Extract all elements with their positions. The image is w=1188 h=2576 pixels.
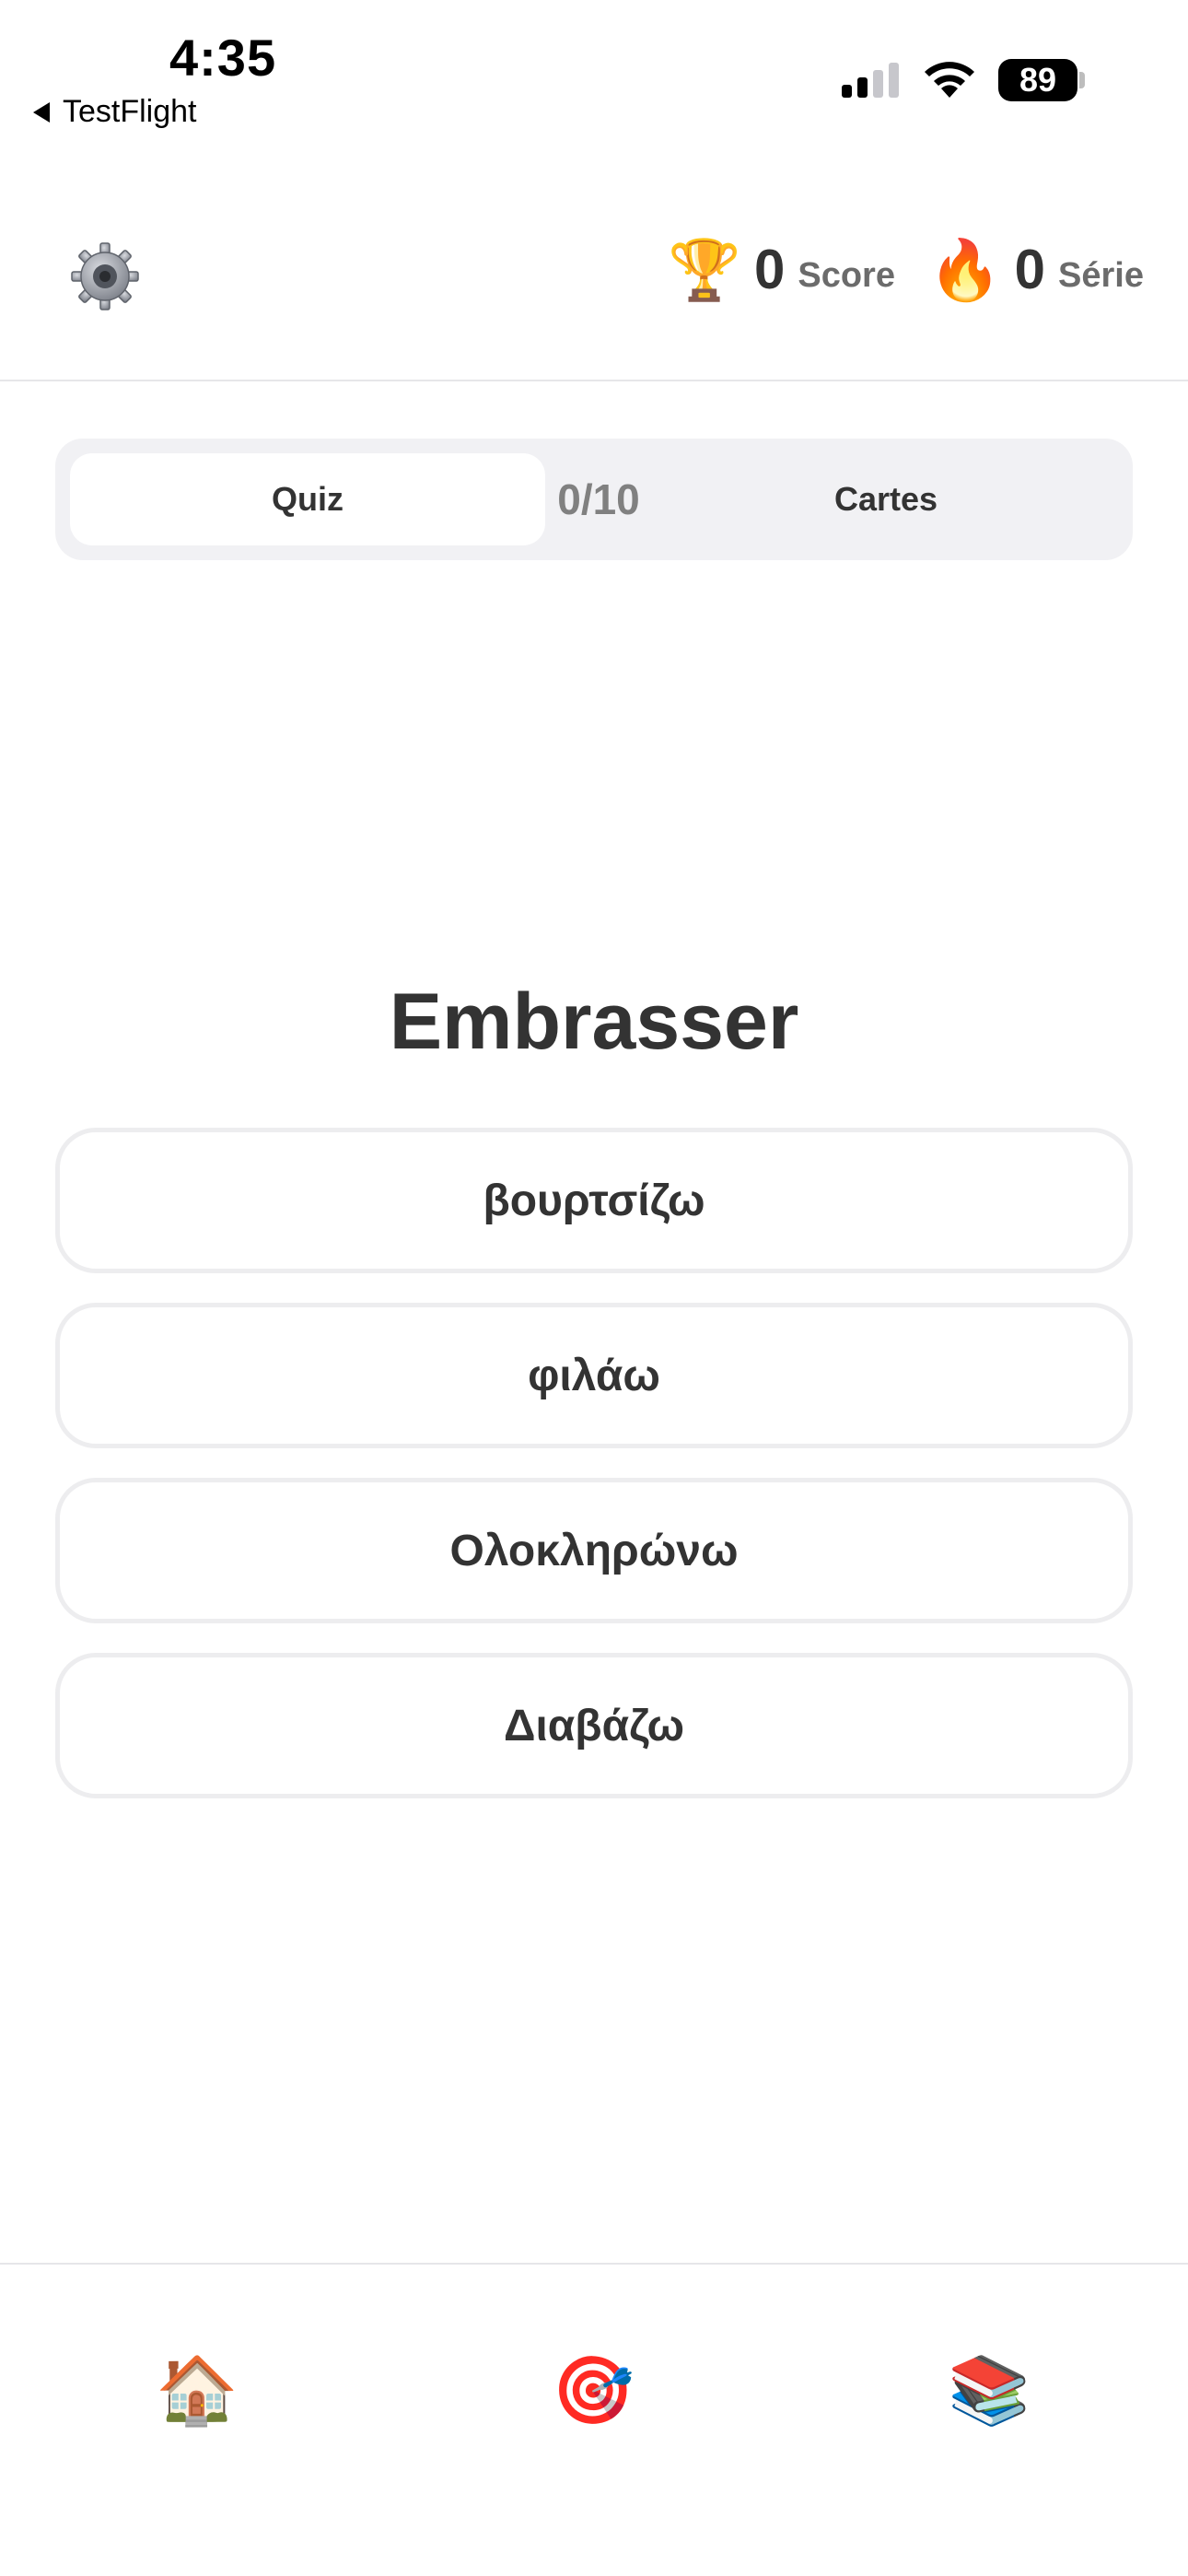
streak-label: Série: [1058, 256, 1144, 295]
question-word: Embrasser: [389, 978, 799, 1066]
books-icon[interactable]: 📚: [934, 2344, 1044, 2436]
answer-list: βουρτσίζω φιλάω Ολοκληρώνω Διαβάζω: [55, 1128, 1133, 1798]
score-stat: 🏆 0 Score: [668, 238, 895, 301]
back-arrow-icon: [33, 101, 50, 123]
target-icon[interactable]: 🎯: [538, 2344, 648, 2436]
answer-option-3[interactable]: Ολοκληρώνω: [55, 1478, 1133, 1623]
cellular-signal-icon: [842, 61, 899, 98]
quiz-progress: 0/10: [557, 475, 640, 523]
answer-option-2[interactable]: φιλάω: [55, 1303, 1133, 1448]
app-header: 🏆 0 Score 🔥 0 Série: [0, 221, 1188, 381]
back-link-label: TestFlight: [63, 94, 197, 129]
streak-stat: 🔥 0 Série: [928, 238, 1144, 301]
back-to-testflight-link[interactable]: TestFlight: [33, 94, 197, 130]
bottom-tab-bar: 🏠 🎯 📚: [0, 2263, 1188, 2576]
battery-indicator: 89: [998, 59, 1077, 101]
answer-option-1[interactable]: βουρτσίζω: [55, 1128, 1133, 1273]
mode-segmented-control: Quiz 0/10 Cartes: [55, 439, 1133, 560]
tab-cards[interactable]: Cartes: [654, 453, 1118, 545]
tab-quiz[interactable]: Quiz: [70, 453, 545, 545]
battery-cap: [1079, 72, 1085, 88]
wifi-icon: [925, 62, 974, 98]
trophy-icon: 🏆: [668, 236, 741, 303]
fire-icon: 🔥: [927, 236, 1002, 303]
house-icon[interactable]: 🏠: [142, 2344, 252, 2436]
stats-bar: 🏆 0 Score 🔥 0 Série: [668, 238, 1144, 301]
gear-icon[interactable]: [70, 241, 140, 311]
status-time: 4:35: [169, 29, 277, 87]
streak-value: 0: [1014, 239, 1046, 300]
status-bar: 4:35 TestFlight 89: [0, 0, 1188, 138]
score-label: Score: [798, 256, 895, 295]
score-value: 0: [753, 239, 786, 300]
answer-option-4[interactable]: Διαβάζω: [55, 1653, 1133, 1798]
